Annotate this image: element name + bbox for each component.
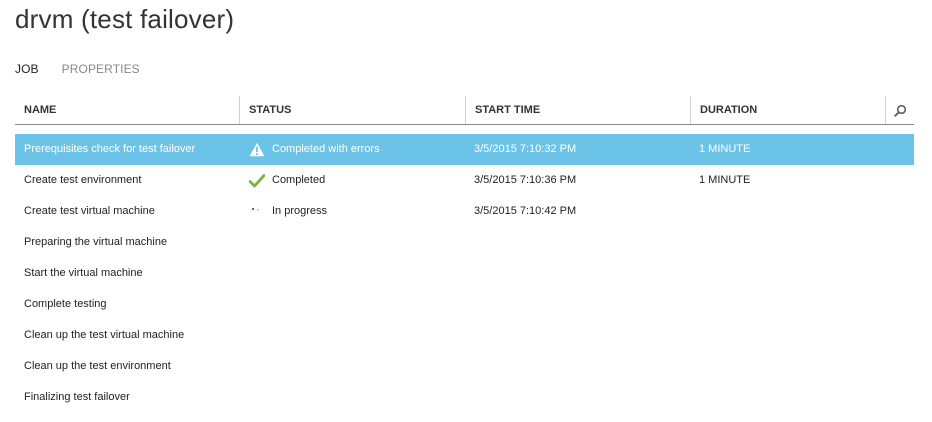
job-duration: 1 MINUTE bbox=[699, 143, 751, 155]
table-row[interactable]: Create test environment Completed 3/5/2015… bbox=[15, 165, 914, 196]
job-name: Clean up the test virtual machine bbox=[24, 329, 185, 341]
search-button[interactable] bbox=[885, 96, 914, 124]
job-name: Start the virtual machine bbox=[24, 267, 143, 279]
job-status bbox=[239, 382, 465, 413]
job-start-time: 3/5/2015 7:10:36 PM bbox=[474, 174, 577, 186]
job-duration bbox=[690, 227, 885, 258]
job-start-time: 3/5/2015 7:10:42 PM bbox=[474, 205, 577, 217]
column-header-status[interactable]: STATUS bbox=[239, 96, 465, 124]
table-row[interactable]: Complete testing bbox=[15, 289, 914, 320]
table-row[interactable]: Preparing the virtual machine bbox=[15, 227, 914, 258]
table-row[interactable]: Clean up the test environment bbox=[15, 351, 914, 382]
job-duration bbox=[690, 351, 885, 382]
tab-job[interactable]: JOB bbox=[15, 62, 39, 76]
job-start-time bbox=[465, 382, 690, 413]
table-row[interactable]: Clean up the test virtual machine bbox=[15, 320, 914, 351]
table-row[interactable]: Finalizing test failover bbox=[15, 382, 914, 413]
job-status bbox=[239, 320, 465, 351]
table-row[interactable]: Prerequisites check for test failover Com… bbox=[15, 134, 914, 165]
job-table: NAME STATUS START TIME DURATION Prerequi… bbox=[15, 96, 914, 403]
job-duration bbox=[690, 196, 885, 227]
job-status-label: Completed bbox=[272, 174, 326, 186]
job-name: Create test virtual machine bbox=[24, 205, 155, 217]
job-duration bbox=[690, 258, 885, 289]
warning-icon bbox=[249, 142, 265, 158]
job-status bbox=[239, 227, 465, 258]
table-body: Prerequisites check for test failover Com… bbox=[15, 134, 914, 413]
job-start-time bbox=[465, 351, 690, 382]
column-header-start-time[interactable]: START TIME bbox=[465, 96, 690, 124]
column-header-duration[interactable]: DURATION bbox=[690, 96, 885, 124]
progress-dots-icon bbox=[249, 204, 265, 220]
tab-properties[interactable]: PROPERTIES bbox=[62, 62, 140, 76]
checkmark-icon bbox=[249, 173, 265, 189]
job-status-label: In progress bbox=[272, 205, 328, 217]
job-name: Complete testing bbox=[24, 298, 107, 310]
job-start-time: 3/5/2015 7:10:32 PM bbox=[474, 143, 577, 155]
search-icon bbox=[893, 104, 906, 117]
job-status bbox=[239, 351, 465, 382]
job-duration bbox=[690, 382, 885, 413]
job-duration bbox=[690, 289, 885, 320]
table-row[interactable]: Start the virtual machine bbox=[15, 258, 914, 289]
tab-bar: JOB PROPERTIES bbox=[15, 62, 140, 76]
job-name: Create test environment bbox=[24, 174, 142, 186]
job-start-time bbox=[465, 258, 690, 289]
job-name: Prerequisites check for test failover bbox=[24, 143, 196, 155]
table-row[interactable]: Create test virtual machine In progress 3/… bbox=[15, 196, 914, 227]
job-start-time bbox=[465, 289, 690, 320]
job-duration: 1 MINUTE bbox=[699, 174, 751, 186]
job-status bbox=[239, 258, 465, 289]
job-start-time bbox=[465, 320, 690, 351]
job-name: Finalizing test failover bbox=[24, 391, 130, 403]
job-status-label: Completed with errors bbox=[272, 143, 380, 155]
job-start-time bbox=[465, 227, 690, 258]
job-status bbox=[239, 289, 465, 320]
table-header: NAME STATUS START TIME DURATION bbox=[15, 96, 914, 125]
job-name: Clean up the test environment bbox=[24, 360, 171, 372]
job-status: In progress bbox=[239, 196, 465, 227]
page-title: drvm (test failover) bbox=[15, 4, 235, 34]
job-duration bbox=[690, 320, 885, 351]
job-status: Completed with errors bbox=[239, 134, 465, 165]
column-header-name[interactable]: NAME bbox=[15, 96, 239, 124]
job-name: Preparing the virtual machine bbox=[24, 236, 168, 248]
job-status: Completed bbox=[239, 165, 465, 196]
